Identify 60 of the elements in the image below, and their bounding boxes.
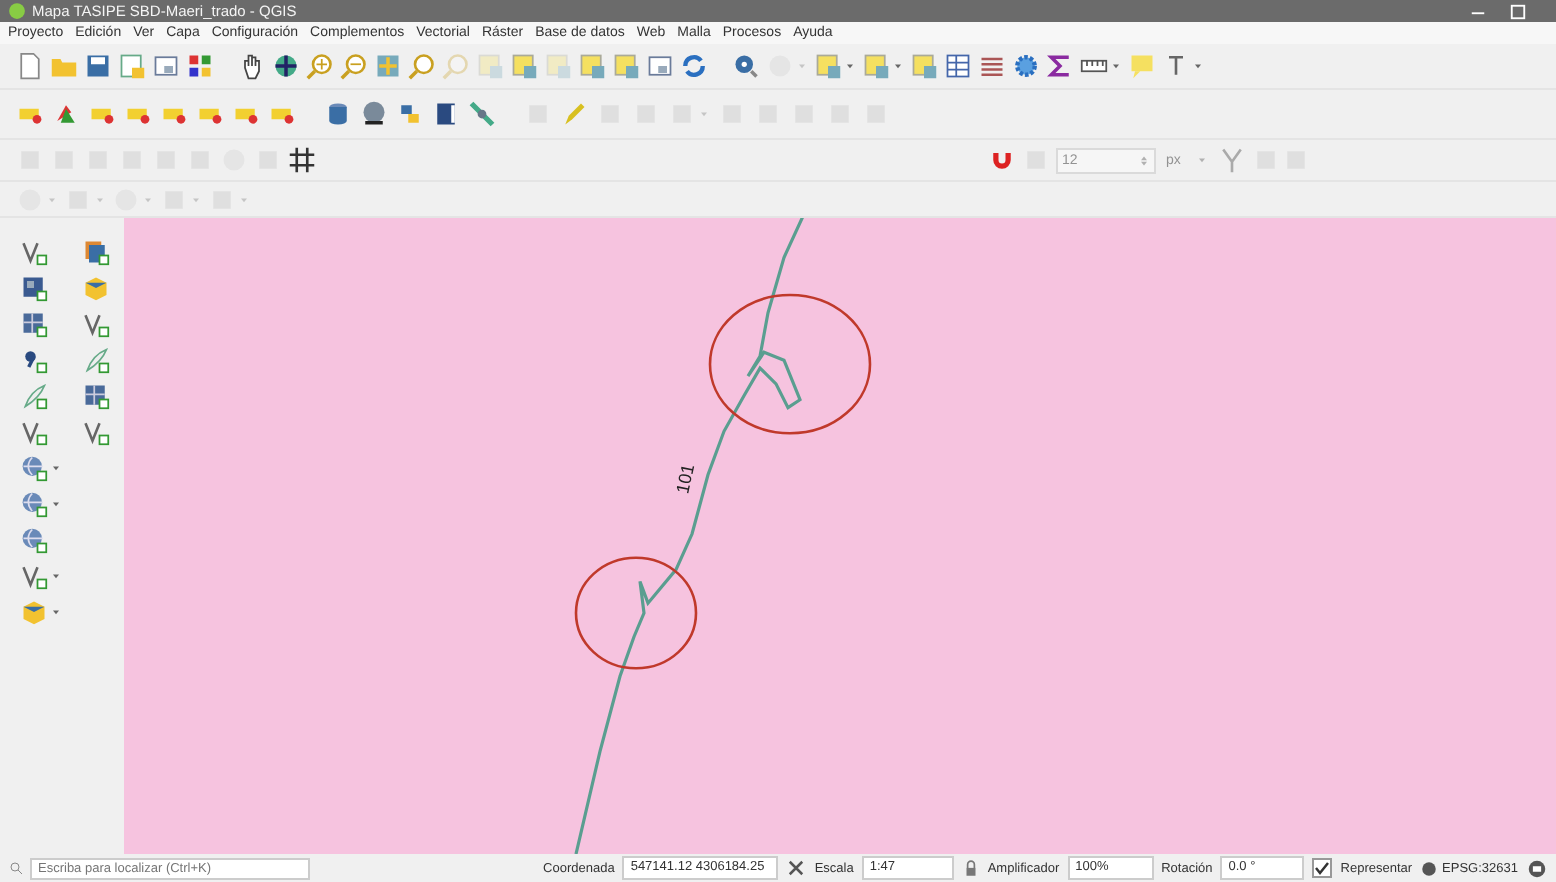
select-icon[interactable] [814, 52, 842, 80]
mesh-layer-icon[interactable] [82, 382, 110, 410]
hand-icon[interactable] [238, 52, 266, 80]
app-logo-icon [8, 2, 26, 20]
globe-layer-icon[interactable] [20, 490, 48, 518]
sigma-icon[interactable] [1046, 52, 1074, 80]
pin-icon[interactable] [52, 100, 80, 128]
caret-icon[interactable] [50, 570, 62, 582]
full-extent-icon[interactable] [374, 52, 402, 80]
identify-icon[interactable] [732, 52, 760, 80]
raster-layer-icon[interactable] [20, 274, 48, 302]
layers-icon[interactable] [82, 238, 110, 266]
book-icon[interactable] [432, 100, 460, 128]
mesh-layer-icon[interactable] [20, 310, 48, 338]
table-icon[interactable] [944, 52, 972, 80]
list-icon[interactable] [978, 52, 1006, 80]
gear-icon[interactable] [1012, 52, 1040, 80]
messages-icon[interactable] [1526, 857, 1548, 879]
select-icon[interactable] [510, 52, 538, 80]
zoom-out-icon[interactable] [340, 52, 368, 80]
vector-layer-icon[interactable] [82, 418, 110, 446]
lock-icon[interactable] [961, 859, 980, 877]
feather-layer-icon[interactable] [82, 346, 110, 374]
caret-icon[interactable] [50, 498, 62, 510]
pan-icon[interactable] [272, 52, 300, 80]
select-icon[interactable] [612, 52, 640, 80]
road-label: 101 [672, 462, 699, 496]
style-icon[interactable] [186, 52, 214, 80]
spin-arrows-icon[interactable] [1138, 151, 1150, 169]
magnifier-icon[interactable] [408, 52, 436, 80]
render-checkbox[interactable] [1312, 858, 1333, 878]
window-icon[interactable] [152, 52, 180, 80]
search-icon [8, 860, 24, 876]
caret-icon[interactable] [50, 606, 62, 618]
highlight-circle [574, 556, 698, 670]
globe-layer-icon[interactable] [20, 526, 48, 554]
feather-layer-icon[interactable] [20, 382, 48, 410]
maximize-icon[interactable] [1508, 1, 1528, 21]
caret-icon[interactable] [1110, 60, 1122, 72]
box-icon[interactable] [20, 598, 48, 626]
caret-icon[interactable] [892, 60, 904, 72]
layout-icon[interactable] [118, 52, 146, 80]
caret-icon[interactable] [1192, 60, 1204, 72]
vector-layer-icon[interactable] [20, 238, 48, 266]
hash-icon[interactable] [288, 146, 316, 174]
comma-layer-icon[interactable] [20, 346, 48, 374]
map-canvas[interactable]: 101 [124, 218, 1556, 854]
vector-layer-icon[interactable] [20, 418, 48, 446]
vector-layer-icon[interactable] [82, 310, 110, 338]
caret-icon[interactable] [50, 462, 62, 474]
select-icon[interactable] [862, 52, 890, 80]
window-icon[interactable] [646, 52, 674, 80]
box-icon[interactable] [82, 274, 110, 302]
database-icon[interactable] [324, 100, 352, 128]
select-icon[interactable] [578, 52, 606, 80]
globe-layer-icon[interactable] [20, 454, 48, 482]
page-icon[interactable] [16, 52, 44, 80]
refresh-icon[interactable] [680, 52, 708, 80]
vector-layer-icon[interactable] [20, 562, 48, 590]
caret-icon[interactable] [844, 60, 856, 72]
